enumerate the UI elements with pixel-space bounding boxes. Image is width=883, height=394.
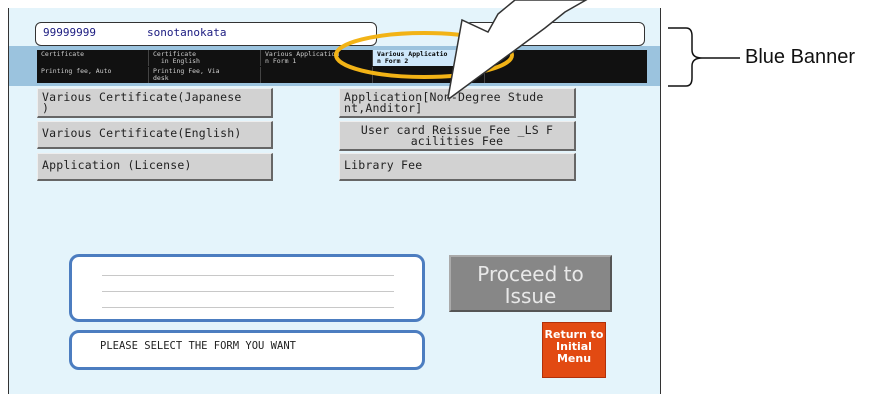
tab-empty-4: [485, 67, 647, 83]
display-line-2: [102, 291, 394, 292]
blue-banner-label: Blue Banner: [745, 46, 856, 68]
user-name: sonotanokata: [147, 26, 227, 39]
selection-display-box: [69, 254, 425, 322]
status-message: PLEASE SELECT THE FORM YOU WANT: [100, 340, 296, 352]
form-button-user-card-reissue-fee[interactable]: User card Reissue Fee _LS F acilities Fe…: [339, 121, 576, 151]
blue-banner: Certificate Certificate in English Vario…: [9, 46, 660, 86]
tab-various-application-form-2[interactable]: Various Applicatio n Form 2: [373, 50, 485, 66]
form-button-library-fee[interactable]: Library Fee: [339, 153, 576, 181]
display-line-1: [102, 275, 394, 276]
tab-certificate-english[interactable]: Certificate in English: [149, 50, 261, 66]
status-message-box: PLEASE SELECT THE FORM YOU WANT: [69, 330, 425, 370]
info-display-box: [465, 22, 645, 46]
display-line-3: [102, 307, 394, 308]
tab-printing-fee-via-desk[interactable]: Printing Fee, Via desk: [149, 67, 261, 83]
tab-empty-1: [485, 50, 647, 66]
return-to-initial-menu-button[interactable]: Return to Initial Menu: [542, 322, 606, 378]
form-button-application-non-degree-student[interactable]: Application[Non-Degree Stude nt,Anditor]: [339, 88, 576, 118]
tab-empty-3: [373, 67, 485, 83]
user-id: 99999999: [43, 26, 96, 39]
form-button-application-license[interactable]: Application (License): [37, 153, 273, 181]
tab-various-application-form-1[interactable]: Various Application n Form 1: [261, 50, 373, 66]
banner-bracket: [668, 27, 703, 87]
tab-certificate[interactable]: Certificate: [37, 50, 149, 66]
tab-empty-2: [261, 67, 373, 83]
form-button-various-certificate-japanese[interactable]: Various Certificate(Japanese ): [37, 88, 273, 118]
proceed-to-issue-button[interactable]: Proceed to Issue: [449, 255, 612, 312]
form-button-various-certificate-english[interactable]: Various Certificate(English): [37, 121, 273, 149]
tab-bar: Certificate Certificate in English Vario…: [37, 50, 647, 83]
kiosk-screen: 99999999 sonotanokata Certificate Certifi…: [8, 8, 661, 394]
tab-printing-fee-auto[interactable]: Printing fee, Auto: [37, 67, 149, 83]
user-id-field: 99999999 sonotanokata: [35, 22, 377, 46]
